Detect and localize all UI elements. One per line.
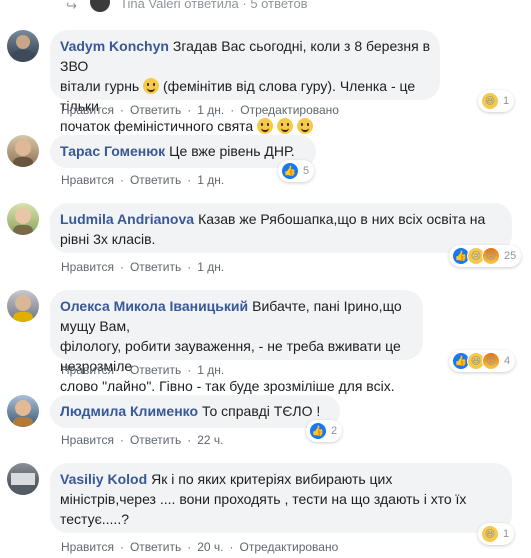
like-link[interactable]: Нравится: [61, 540, 114, 554]
like-link[interactable]: Нравится: [61, 103, 114, 117]
like-reaction-icon: 👍: [281, 162, 299, 180]
comment-text: рівні 3х класів.: [60, 231, 156, 247]
avatar[interactable]: [7, 395, 39, 427]
avatar[interactable]: [7, 463, 39, 495]
comment-text: тестує.....?: [60, 511, 129, 527]
avatar-image: [13, 140, 33, 167]
reply-link[interactable]: Ответить: [130, 540, 181, 554]
comment-text: міністрів,через .... вони проходять , те…: [60, 491, 467, 507]
reactions-badge[interactable]: 👍 5: [278, 160, 315, 182]
thread-header: ↪ Tina Valeri ответила · 5 ответов: [0, 0, 531, 13]
smile-emoji-icon: [257, 118, 274, 134]
comment-actions: Нравится · Ответить · 1 дн.: [61, 260, 225, 274]
reactions-badge[interactable]: 😆 1: [478, 523, 515, 545]
comment-text: вітали гурнь: [60, 78, 140, 94]
like-link[interactable]: Нравится: [61, 363, 114, 377]
avatar[interactable]: [7, 30, 39, 62]
avatar-image: [13, 208, 33, 235]
reply-link[interactable]: Ответить: [130, 103, 181, 117]
like-link[interactable]: Нравится: [61, 260, 114, 274]
thread-header-text[interactable]: Tina Valeri ответила · 5 ответов: [120, 0, 308, 11]
comment-author[interactable]: Тарас Гоменюк: [60, 143, 165, 159]
like-reaction-icon: 👍: [309, 422, 327, 440]
comment-text: слово "лайно". Гівно - так буде зрозмілі…: [60, 378, 395, 394]
comment-author[interactable]: Vasiliy Kolod: [60, 471, 147, 487]
reply-link[interactable]: Ответить: [130, 433, 181, 447]
avatar[interactable]: [7, 135, 39, 167]
reaction-count: 4: [504, 355, 511, 367]
edited-label[interactable]: Отредактировано: [240, 103, 339, 117]
comment-text: Казав же Рябошапка,що в них всіх освіта …: [198, 211, 486, 227]
comment-actions: Нравится · Ответить · 20 ч. · Отредактировано: [61, 540, 339, 554]
avatar[interactable]: [7, 203, 39, 235]
comment-text: Як і по яких критеріях вибирають цих: [151, 471, 393, 487]
avatar[interactable]: [7, 290, 39, 322]
comment-author[interactable]: Vadym Konchyn: [60, 38, 169, 54]
reactions-badge[interactable]: 😆 1: [478, 90, 515, 112]
haha-reaction-icon: 😆: [481, 92, 499, 110]
comment-bubble: Тарас Гоменюк Це вже рівень ДНР.: [50, 135, 316, 168]
comment-bubble: Ludmila Andrianova Казав же Рябошапка,що …: [50, 203, 512, 253]
comment-bubble: Людмила Клименко То справді ТЄЛО !: [50, 395, 340, 428]
smile-emoji-icon: [143, 78, 160, 94]
edited-label[interactable]: Отредактировано: [240, 540, 339, 554]
reaction-count: 1: [503, 528, 510, 540]
reactions-badge[interactable]: 👍 2: [306, 420, 343, 442]
angry-reaction-icon: 😡: [482, 352, 500, 370]
timestamp[interactable]: 22 ч.: [197, 433, 223, 447]
like-link[interactable]: Нравится: [61, 433, 114, 447]
timestamp[interactable]: 1 дн.: [197, 260, 224, 274]
smile-emoji-icon: [276, 118, 293, 134]
reaction-count: 25: [504, 250, 517, 262]
like-link[interactable]: Нравится: [61, 173, 114, 187]
timestamp[interactable]: 20 ч.: [197, 540, 223, 554]
comment-actions: Нравится · Ответить · 1 дн. · Отредактировано: [61, 103, 339, 117]
smile-emoji-icon: [296, 118, 313, 134]
reaction-count: 1: [503, 95, 510, 107]
avatar-image: [13, 400, 33, 427]
avatar-image: [11, 473, 35, 495]
angry-reaction-icon: 😡: [482, 247, 500, 265]
timestamp[interactable]: 1 дн.: [197, 173, 224, 187]
avatar[interactable]: [90, 0, 110, 12]
reaction-count: 2: [331, 425, 338, 437]
reactions-badge[interactable]: 👍 😆 😡 4: [449, 350, 516, 372]
reaction-count: 5: [303, 165, 310, 177]
comment-text: Це вже рівень ДНР.: [169, 143, 295, 159]
comment-actions: Нравится · Ответить · 1 дн.: [61, 363, 225, 377]
comment-actions: Нравится · Ответить · 22 ч.: [61, 433, 224, 447]
avatar-image: [12, 35, 34, 62]
comment-bubble: Vadym Konchyn Згадав Вас сьогодні, коли з…: [50, 30, 440, 134]
reactions-badge[interactable]: 👍 😢 😡 25: [449, 245, 522, 267]
comment-text: То справді ТЄЛО !: [202, 403, 321, 419]
comment-bubble: Vasiliy Kolod Як і по яких критеріях виби…: [50, 463, 512, 533]
comment-bubble: Олекса Микола Іваницький Вибачте, пані Ір…: [50, 290, 423, 394]
comment-actions: Нравится · Ответить · 1 дн.: [61, 173, 225, 187]
comment-text: початок феміністичного свята: [60, 118, 254, 134]
comment-author[interactable]: Ludmila Andrianova: [60, 211, 194, 227]
reply-link[interactable]: Ответить: [130, 173, 181, 187]
avatar-image: [13, 295, 33, 322]
comment-author[interactable]: Людмила Клименко: [60, 403, 198, 419]
haha-reaction-icon: 😆: [481, 525, 499, 543]
timestamp[interactable]: 1 дн.: [197, 363, 224, 377]
reply-link[interactable]: Ответить: [130, 363, 181, 377]
reply-link[interactable]: Ответить: [130, 260, 181, 274]
comment-author[interactable]: Олекса Микола Іваницький: [60, 298, 248, 314]
reply-arrow-icon: ↪: [66, 0, 77, 13]
timestamp[interactable]: 1 дн.: [197, 103, 224, 117]
